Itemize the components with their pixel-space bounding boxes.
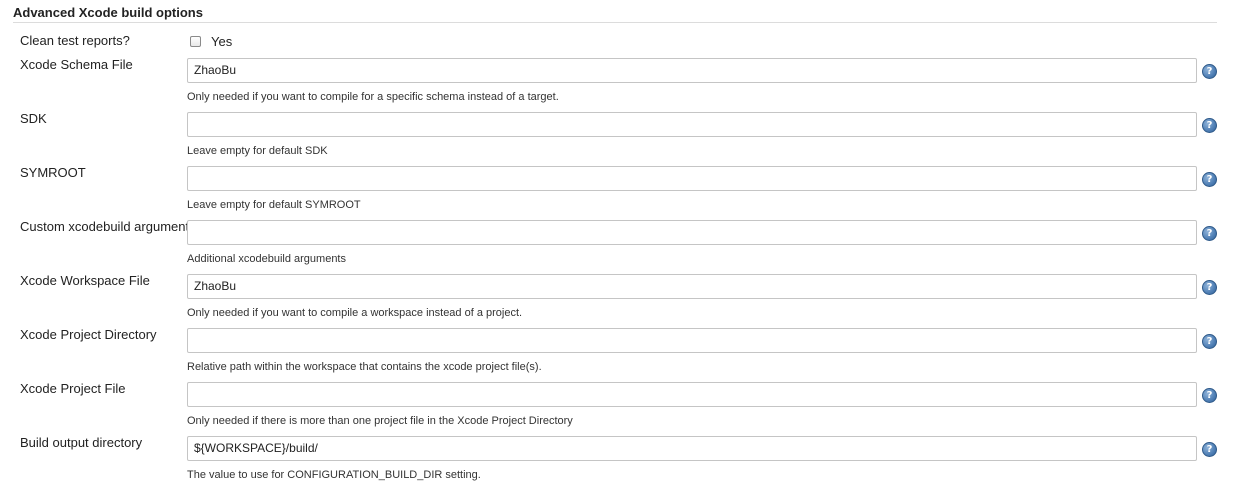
xcode-project-file-help-text: Only needed if there is more than one pr… xyxy=(187,415,573,427)
xcode-project-file-input[interactable] xyxy=(187,382,1197,407)
xcode-project-directory-help-icon[interactable]: ? xyxy=(1202,334,1217,349)
sdk-label: SDK xyxy=(20,111,47,126)
xcode-workspace-file-help-icon[interactable]: ? xyxy=(1202,280,1217,295)
clean-test-reports-checkbox-label[interactable]: Yes xyxy=(211,34,232,49)
custom-xcodebuild-arguments-input[interactable] xyxy=(187,220,1197,245)
custom-xcodebuild-arguments-help-icon[interactable]: ? xyxy=(1202,226,1217,241)
custom-xcodebuild-arguments-label: Custom xcodebuild arguments xyxy=(20,219,196,234)
build-output-directory-label: Build output directory xyxy=(20,435,143,450)
section-title: Advanced Xcode build options xyxy=(13,5,203,20)
build-output-directory-help-icon[interactable]: ? xyxy=(1202,442,1217,457)
section-header: Advanced Xcode build options xyxy=(13,5,1217,23)
xcode-workspace-file-input[interactable]: ZhaoBu xyxy=(187,274,1197,299)
xcode-project-file-help-icon[interactable]: ? xyxy=(1202,388,1217,403)
symroot-input[interactable] xyxy=(187,166,1197,191)
xcode-project-file-label: Xcode Project File xyxy=(20,381,126,396)
sdk-input[interactable] xyxy=(187,112,1197,137)
symroot-label: SYMROOT xyxy=(20,165,86,180)
xcode-workspace-file-help-text: Only needed if you want to compile a wor… xyxy=(187,307,523,319)
build-output-directory-input[interactable]: ${WORKSPACE}/build/ xyxy=(187,436,1197,461)
custom-xcodebuild-arguments-help-text: Additional xcodebuild arguments xyxy=(187,253,346,265)
xcode-schema-file-help-icon[interactable]: ? xyxy=(1202,64,1217,79)
xcode-project-directory-label: Xcode Project Directory xyxy=(20,327,157,342)
symroot-help-icon[interactable]: ? xyxy=(1202,172,1217,187)
xcode-project-directory-help-text: Relative path within the workspace that … xyxy=(187,361,542,373)
xcode-schema-file-label: Xcode Schema File xyxy=(20,57,133,72)
xcode-workspace-file-label: Xcode Workspace File xyxy=(20,273,150,288)
symroot-help-text: Leave empty for default SYMROOT xyxy=(187,199,361,211)
xcode-schema-file-input[interactable]: ZhaoBu xyxy=(187,58,1197,83)
clean-test-reports-checkbox[interactable] xyxy=(190,36,201,47)
sdk-help-icon[interactable]: ? xyxy=(1202,118,1217,133)
clean-test-reports-option[interactable]: Yes xyxy=(190,34,232,49)
xcode-project-directory-input[interactable] xyxy=(187,328,1197,353)
clean-test-reports-label: Clean test reports? xyxy=(20,33,130,48)
xcode-schema-file-help-text: Only needed if you want to compile for a… xyxy=(187,91,559,103)
sdk-help-text: Leave empty for default SDK xyxy=(187,145,328,157)
build-output-directory-help-text: The value to use for CONFIGURATION_BUILD… xyxy=(187,469,481,481)
